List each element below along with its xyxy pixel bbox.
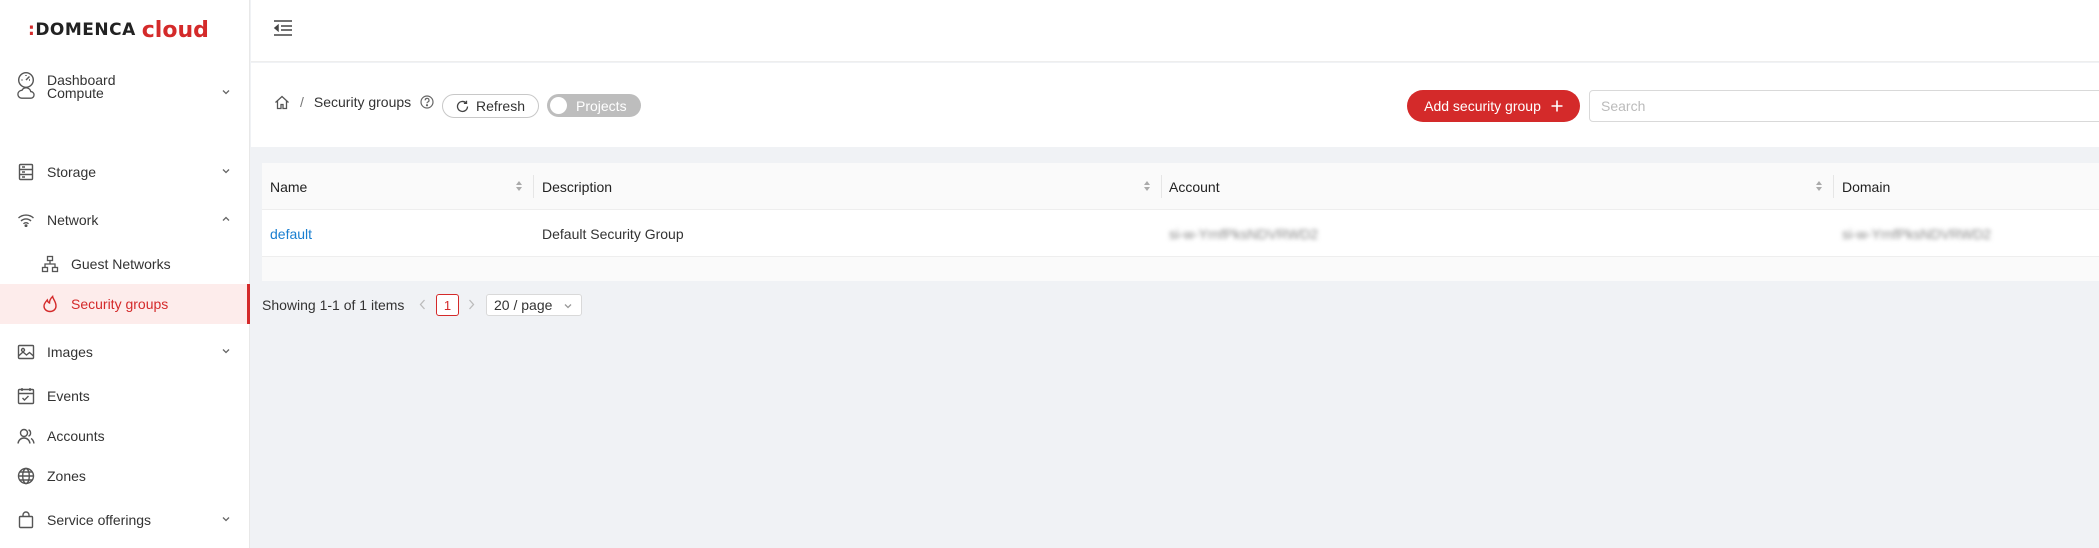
sidebar-item-storage[interactable]: Storage	[0, 152, 250, 192]
refresh-button[interactable]: Refresh	[442, 94, 539, 118]
add-button-label: Add security group	[1424, 98, 1541, 114]
sidebar-item-label: Storage	[47, 164, 97, 180]
refresh-label: Refresh	[475, 98, 526, 114]
page-title: Security groups	[313, 94, 412, 110]
chevron-left-icon[interactable]	[419, 299, 426, 310]
cell-name: default	[270, 210, 312, 257]
table-row: default Default Security Group si-w-Yrnf…	[262, 210, 2099, 257]
sort-icon[interactable]	[1815, 180, 1823, 192]
image-icon	[17, 343, 35, 361]
toggle-knob	[550, 97, 567, 114]
column-header-name[interactable]: Name	[270, 163, 307, 210]
sidebar-item-label: Security groups	[71, 296, 169, 312]
sidebar-item-security-groups[interactable]: Security groups	[0, 284, 250, 324]
sidebar-item-label: Accounts	[47, 428, 105, 444]
search-input[interactable]	[1589, 90, 2099, 122]
sidebar-item-accounts[interactable]: Accounts	[0, 416, 250, 456]
chevron-down-icon	[563, 301, 573, 311]
brand-logo[interactable]: :DOMENCA cloud	[0, 0, 249, 60]
chevron-down-icon	[221, 346, 231, 356]
sidebar-item-label: Network	[47, 212, 99, 228]
cell-account: si-w-YrnfPksNDVRWD2	[1169, 225, 1319, 242]
sidebar-item-label: Images	[47, 344, 93, 360]
top-header	[251, 0, 2099, 62]
sidebar-item-network[interactable]: Network	[0, 200, 250, 240]
sidebar-item-label: Zones	[47, 468, 86, 484]
sidebar-item-events[interactable]: Events	[0, 376, 250, 416]
sort-icon[interactable]	[1143, 180, 1151, 192]
chevron-down-icon	[221, 514, 231, 524]
question-circle-icon[interactable]	[420, 95, 434, 109]
projects-toggle-label: Projects	[576, 98, 627, 114]
sort-icon[interactable]	[515, 180, 523, 192]
column-header-description[interactable]: Description	[542, 163, 612, 210]
security-groups-table: Name Description Account Domain default …	[262, 163, 2099, 281]
reload-icon	[456, 100, 469, 113]
pagination-summary: Showing 1-1 of 1 items	[262, 297, 405, 313]
table-footer	[262, 257, 2099, 281]
sidebar-item-zones[interactable]: Zones	[0, 456, 250, 496]
chevron-up-icon	[221, 214, 231, 224]
globe-icon	[17, 467, 35, 485]
page-header: / Security groups Refresh Projects Add s…	[251, 63, 2099, 147]
sidebar-item-label: Events	[47, 388, 90, 404]
chevron-down-icon	[221, 166, 231, 176]
sidebar-item-images[interactable]: Images	[0, 332, 250, 372]
storage-icon	[17, 163, 35, 181]
projects-toggle[interactable]: Projects	[547, 94, 641, 117]
cell-description: Default Security Group	[542, 225, 684, 242]
table-header: Name Description Account Domain	[262, 163, 2099, 210]
sidebar-item-compute[interactable]: Compute	[0, 73, 250, 113]
sidebar: :DOMENCA cloud Dashboard Compute Storage…	[0, 0, 250, 548]
home-icon[interactable]	[274, 95, 290, 110]
column-divider	[533, 175, 534, 198]
column-header-domain[interactable]: Domain	[1842, 163, 1890, 210]
network-tree-icon	[41, 255, 59, 273]
breadcrumb-separator: /	[300, 94, 304, 110]
sidebar-item-label: Compute	[47, 85, 104, 101]
cloud-icon	[17, 84, 35, 102]
pagination-page[interactable]: 1	[436, 294, 459, 316]
add-security-group-button[interactable]: Add security group	[1407, 90, 1580, 122]
page-size-label: 20 / page	[494, 297, 553, 313]
users-icon	[17, 427, 35, 445]
security-group-link[interactable]: default	[270, 226, 312, 242]
breadcrumb: / Security groups	[274, 94, 434, 110]
fire-icon	[41, 295, 59, 313]
chevron-down-icon	[221, 87, 231, 97]
cell-domain: si-w-YrnfPksNDVRWD2	[1842, 225, 1992, 242]
calendar-icon	[17, 387, 35, 405]
column-divider	[1833, 175, 1834, 198]
page-size-select[interactable]: 20 / page	[486, 294, 582, 316]
sidebar-item-guest-networks[interactable]: Guest Networks	[0, 244, 250, 284]
column-divider	[1161, 175, 1162, 198]
sidebar-item-label: Guest Networks	[71, 256, 171, 272]
shopping-bag-icon	[17, 511, 35, 529]
menu-fold-icon[interactable]	[273, 19, 293, 37]
wifi-icon	[17, 211, 35, 229]
column-header-account[interactable]: Account	[1169, 163, 1220, 210]
sidebar-item-label: Service offerings	[47, 512, 152, 528]
sidebar-item-service-offerings[interactable]: Service offerings	[0, 500, 250, 540]
plus-icon	[1551, 100, 1563, 112]
chevron-right-icon[interactable]	[468, 299, 475, 310]
